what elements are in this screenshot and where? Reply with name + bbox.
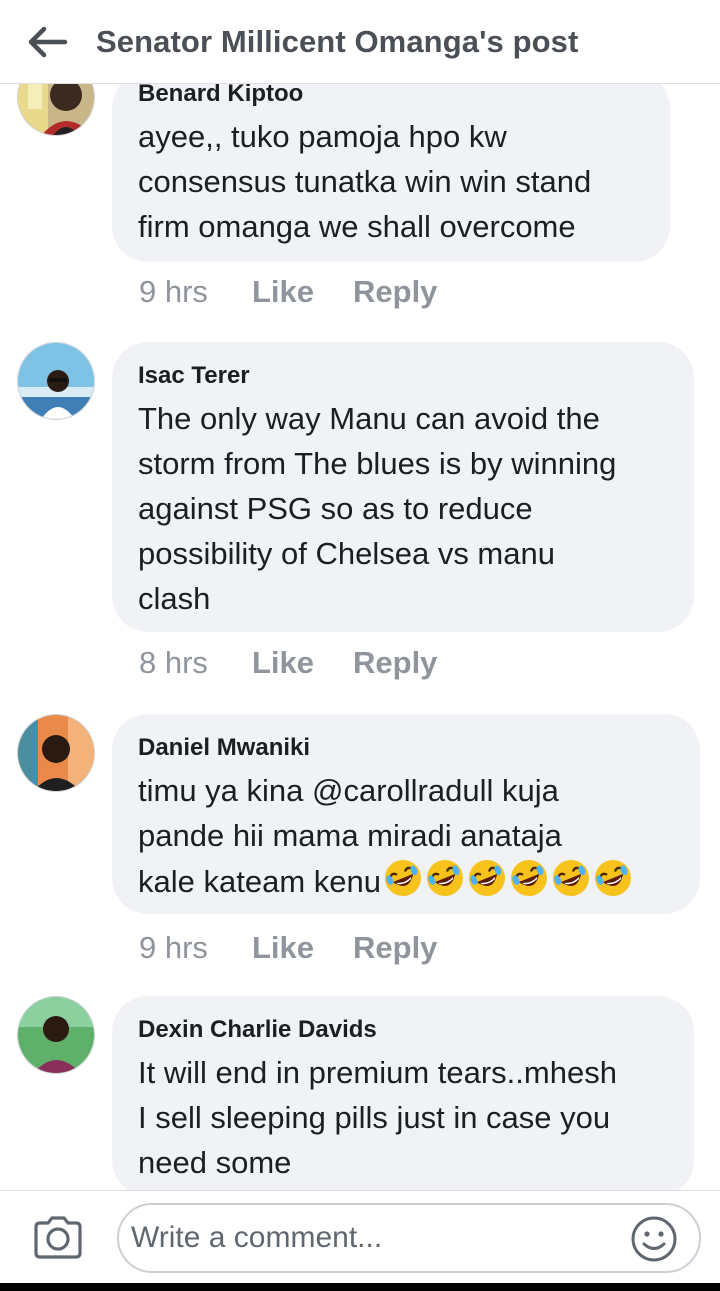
emoji-row — [381, 860, 633, 899]
comment-text-line: ayee,, tuko pamoja hpo kw — [138, 119, 507, 154]
comment-bubble[interactable]: Isac Terer The only way Manu can avoid t… — [112, 342, 694, 632]
rolling-on-floor-laughing-emoji — [384, 860, 421, 896]
post-comments-screen: Senator Millicent Omanga's post Benard K… — [0, 0, 720, 1291]
avatar[interactable] — [17, 84, 95, 136]
comment-timestamp[interactable]: 9 hrs — [139, 930, 252, 966]
comment-text-line: firm omanga we shall overcome — [138, 209, 576, 244]
system-navigation-bar — [0, 1283, 720, 1291]
comment-bubble[interactable]: Daniel Mwaniki timu ya kina @carollradul… — [112, 714, 700, 914]
comment-item: Isac Terer The only way Manu can avoid t… — [0, 342, 720, 692]
comment-timestamp[interactable]: 9 hrs — [139, 274, 252, 310]
avatar[interactable] — [17, 996, 95, 1074]
comment-input[interactable] — [117, 1203, 701, 1273]
back-button[interactable] — [0, 0, 96, 84]
comment-text-line: timu ya kina @carollradull kuja — [138, 773, 559, 808]
comment-author[interactable]: Daniel Mwaniki — [138, 734, 674, 762]
comment-actions: 8 hrs Like Reply — [139, 645, 437, 681]
comment-composer — [0, 1190, 720, 1283]
like-button[interactable]: Like — [252, 274, 353, 310]
comment-actions: 9 hrs Like Reply — [139, 274, 437, 310]
rolling-on-floor-laughing-emoji — [468, 860, 505, 896]
comment-list[interactable]: Benard Kiptoo ayee,, tuko pamoja hpo kw … — [0, 84, 720, 1190]
comment-item: Daniel Mwaniki timu ya kina @carollradul… — [0, 714, 720, 974]
comment-text-line: consensus tunatka win win stand — [138, 164, 592, 199]
top-app-bar: Senator Millicent Omanga's post — [0, 0, 720, 84]
smiley-icon — [631, 1216, 677, 1262]
reply-button[interactable]: Reply — [353, 645, 437, 681]
reply-button[interactable]: Reply — [353, 274, 437, 310]
camera-button[interactable] — [0, 1191, 116, 1284]
comment-text-line: clash — [138, 581, 211, 616]
comment-timestamp[interactable]: 8 hrs — [139, 645, 252, 681]
comment-actions: 9 hrs Like Reply — [139, 930, 437, 966]
comment-text-line: storm from The blues is by winning — [138, 446, 617, 481]
rolling-on-floor-laughing-emoji — [426, 860, 463, 896]
comment-bubble[interactable]: Dexin Charlie Davids It will end in prem… — [112, 996, 694, 1190]
comment-item: Dexin Charlie Davids It will end in prem… — [0, 996, 720, 1190]
reply-button[interactable]: Reply — [353, 930, 437, 966]
comment-item: Benard Kiptoo ayee,, tuko pamoja hpo kw … — [0, 84, 720, 322]
arrow-left-icon — [28, 26, 68, 57]
comment-text-line: The only way Manu can avoid the — [138, 401, 600, 436]
rolling-on-floor-laughing-emoji — [594, 860, 631, 896]
comment-text-line: kale kateam kenu — [138, 864, 381, 899]
rolling-on-floor-laughing-emoji — [510, 860, 547, 896]
comment-text-line: need some — [138, 1145, 292, 1180]
page-title: Senator Millicent Omanga's post — [96, 23, 579, 59]
comment-author[interactable]: Isac Terer — [138, 362, 668, 390]
comment-author[interactable]: Dexin Charlie Davids — [138, 1016, 668, 1044]
comment-text-line: I sell sleeping pills just in case you — [138, 1100, 611, 1135]
comment-text-line: pande hii mama miradi anataja — [138, 818, 562, 853]
comment-bubble[interactable]: Benard Kiptoo ayee,, tuko pamoja hpo kw … — [112, 84, 670, 262]
comment-text-line: possibility of Chelsea vs manu — [138, 536, 555, 571]
comment-text-line: It will end in premium tears..mhesh — [138, 1055, 617, 1090]
rolling-on-floor-laughing-emoji — [552, 860, 589, 896]
like-button[interactable]: Like — [252, 930, 353, 966]
avatar[interactable] — [17, 342, 95, 420]
emoji-picker-button[interactable] — [630, 1215, 678, 1263]
comment-author[interactable]: Benard Kiptoo — [138, 84, 644, 108]
like-button[interactable]: Like — [252, 645, 353, 681]
avatar[interactable] — [17, 714, 95, 792]
comment-text-line: against PSG so as to reduce — [138, 491, 533, 526]
camera-icon — [34, 1216, 82, 1259]
